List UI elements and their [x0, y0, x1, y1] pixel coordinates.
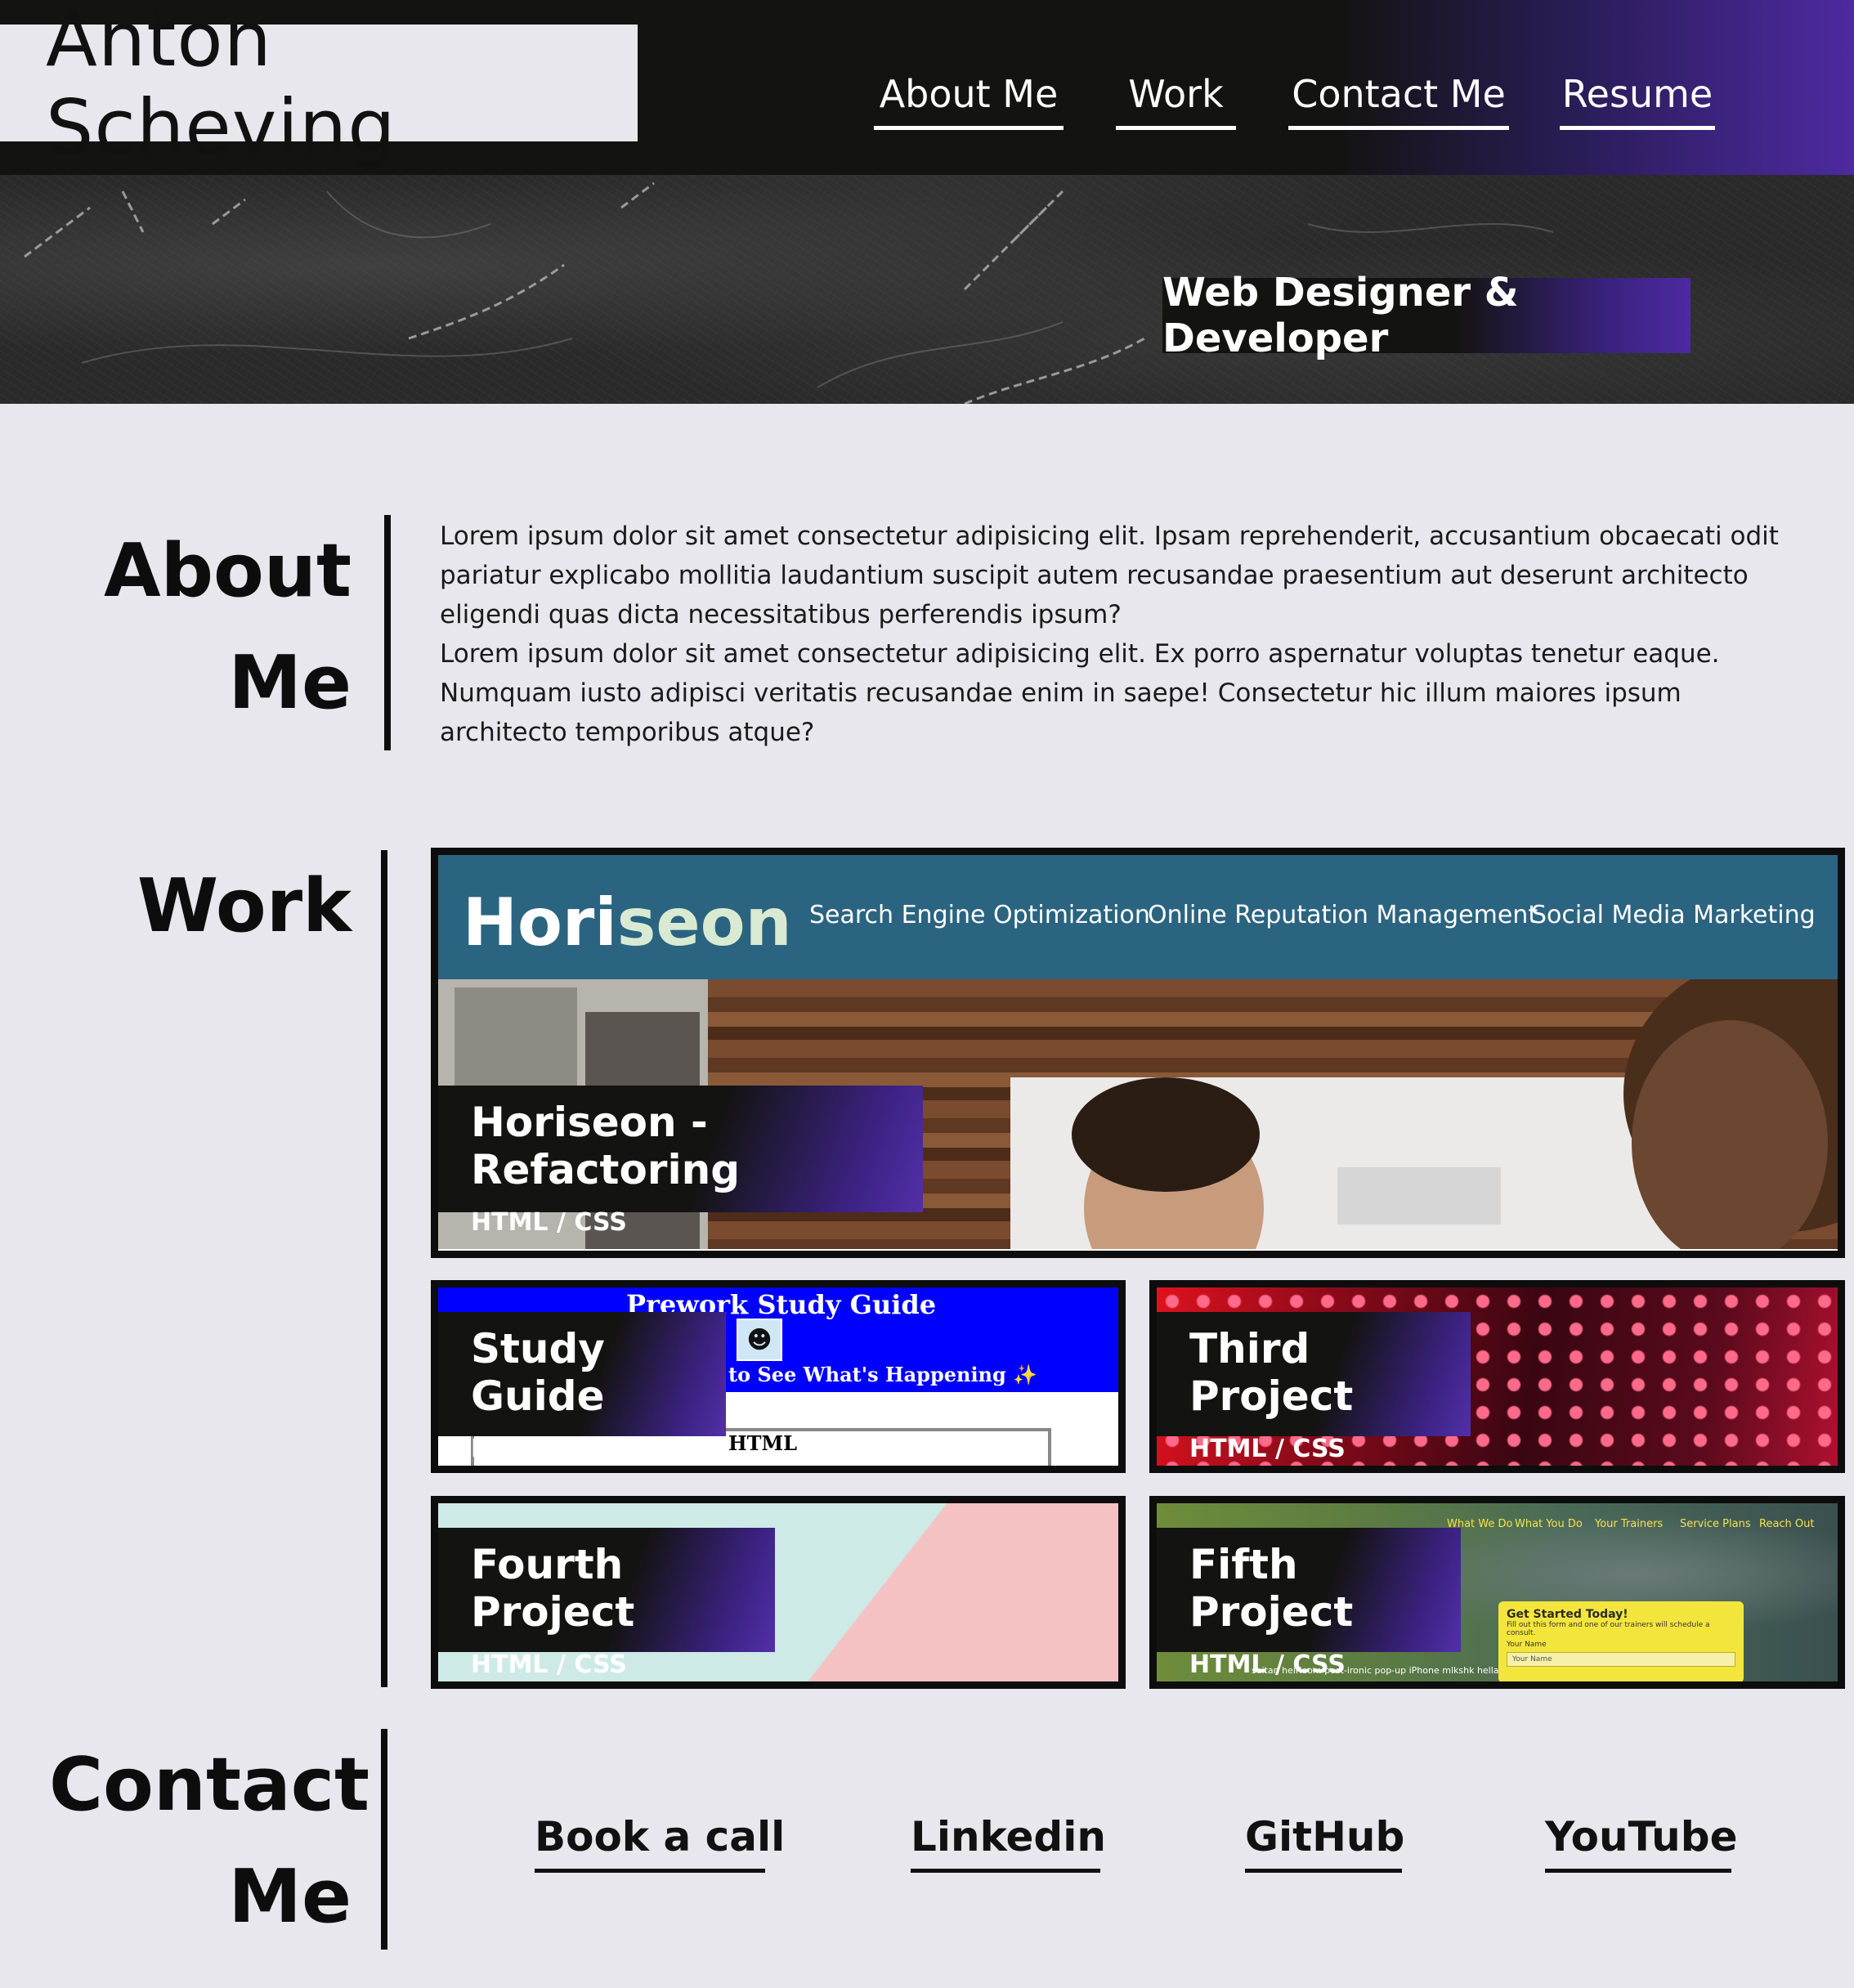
fifth-preview-form-title: Get Started Today!: [1507, 1608, 1628, 1621]
horiseon-nav-social: Social Media Marketing: [1531, 901, 1816, 929]
fifth-preview-nav-5: Reach Out: [1759, 1518, 1815, 1530]
project-card-study-guide[interactable]: Prework Study Guide ☻ to See What's Happ…: [431, 1280, 1126, 1473]
work-divider: [381, 850, 387, 1687]
about-paragraph-2: Lorem ipsum dolor sit amet consectetur a…: [440, 639, 1720, 747]
contact-title-line-1: Contact: [49, 1742, 370, 1828]
fifth-project-card-title: Fifth Project: [1189, 1541, 1354, 1636]
horiseon-nav-seo: Search Engine Optimization: [809, 901, 1150, 929]
horiseon-preview-header: Horiseon Search Engine Optimization Onli…: [438, 855, 1838, 979]
study-guide-card-tech: HTML / CSS: [471, 1435, 627, 1463]
fifth-preview-nav-3: Your Trainers: [1595, 1518, 1664, 1530]
about-divider: [384, 515, 391, 750]
fifth-preview-nav-2: What You Do: [1515, 1518, 1583, 1530]
site-header: Anton Scheving About Me Work Contact Me …: [0, 0, 1854, 175]
horiseon-label: Horiseon - Refactoring HTML / CSS: [438, 1086, 923, 1237]
about-title-line-2: Me: [228, 640, 352, 726]
fourth-project-card-title: Fourth Project: [471, 1541, 635, 1636]
project-card-horiseon[interactable]: Horiseon Search Engine Optimization Onli…: [431, 848, 1845, 1258]
nav-resume[interactable]: Resume: [1560, 72, 1715, 130]
github-cat-icon: ☻: [737, 1319, 782, 1361]
about-title-line-1: About: [103, 528, 352, 614]
horiseon-logo-part-2: seon: [616, 884, 792, 960]
study-guide-preview-section: HTML: [728, 1431, 797, 1455]
third-project-card-title: Third Project: [1189, 1325, 1354, 1420]
fifth-preview-form-label: Your Name: [1507, 1641, 1547, 1649]
about-title: About Me: [82, 515, 352, 739]
third-project-label: Third Project HTML / CSS: [1157, 1312, 1471, 1463]
horiseon-card-title: Horiseon - Refactoring: [471, 1099, 740, 1193]
project-card-third[interactable]: Third Project HTML / CSS: [1149, 1280, 1845, 1473]
study-guide-label: Study Guide HTML / CSS: [438, 1312, 726, 1463]
fourth-project-label: Fourth Project HTML / CSS: [438, 1528, 775, 1679]
github-link[interactable]: GitHub: [1245, 1813, 1404, 1873]
contact-divider: [381, 1729, 387, 1950]
fifth-project-label: Fifth Project HTML / CSS: [1157, 1528, 1461, 1679]
fifth-preview-form-text: Fill out this form and one of our traine…: [1507, 1621, 1710, 1637]
fifth-preview-form: Get Started Today! Fill out this form an…: [1498, 1601, 1744, 1681]
study-guide-preview-subheading: to See What's Happening ✨: [728, 1363, 1038, 1386]
linkedin-link[interactable]: Linkedin: [911, 1813, 1106, 1873]
youtube-link[interactable]: YouTube: [1545, 1813, 1737, 1873]
third-project-card-tech: HTML / CSS: [1189, 1435, 1346, 1463]
horiseon-nav-reputation: Online Reputation Management: [1148, 901, 1538, 929]
contact-title-line-2: Me: [228, 1854, 352, 1940]
study-guide-card-title: Study Guide: [471, 1325, 605, 1420]
contact-title: Contact Me: [49, 1729, 370, 1953]
hero-banner: Web Designer & Developer: [0, 175, 1854, 404]
main-nav: About Me Work Contact Me Resume: [0, 72, 1854, 137]
tagline: Web Designer & Developer: [1162, 270, 1691, 361]
fifth-preview-form-input: Your Name: [1507, 1652, 1735, 1667]
fifth-project-card-tech: HTML / CSS: [1189, 1650, 1346, 1679]
horiseon-logo: Horiseon: [463, 884, 792, 960]
project-card-fourth[interactable]: Fourth Project HTML / CSS: [431, 1496, 1126, 1689]
horiseon-logo-part-1: Hori: [463, 884, 617, 960]
nav-about-me[interactable]: About Me: [874, 72, 1064, 130]
work-title: Work: [137, 863, 352, 949]
book-a-call-link[interactable]: Book a call: [535, 1813, 785, 1873]
about-text: Lorem ipsum dolor sit amet consectetur a…: [440, 517, 1797, 752]
fifth-preview-nav-4: Service Plans: [1680, 1518, 1751, 1530]
project-card-fifth[interactable]: What We Do What You Do Your Trainers Ser…: [1149, 1496, 1845, 1689]
horiseon-card-tech: HTML / CSS: [471, 1208, 627, 1237]
fourth-project-card-tech: HTML / CSS: [471, 1650, 627, 1679]
nav-work[interactable]: Work: [1116, 72, 1236, 130]
nav-contact-me[interactable]: Contact Me: [1288, 72, 1509, 130]
about-paragraph-1: Lorem ipsum dolor sit amet consectetur a…: [440, 522, 1779, 629]
